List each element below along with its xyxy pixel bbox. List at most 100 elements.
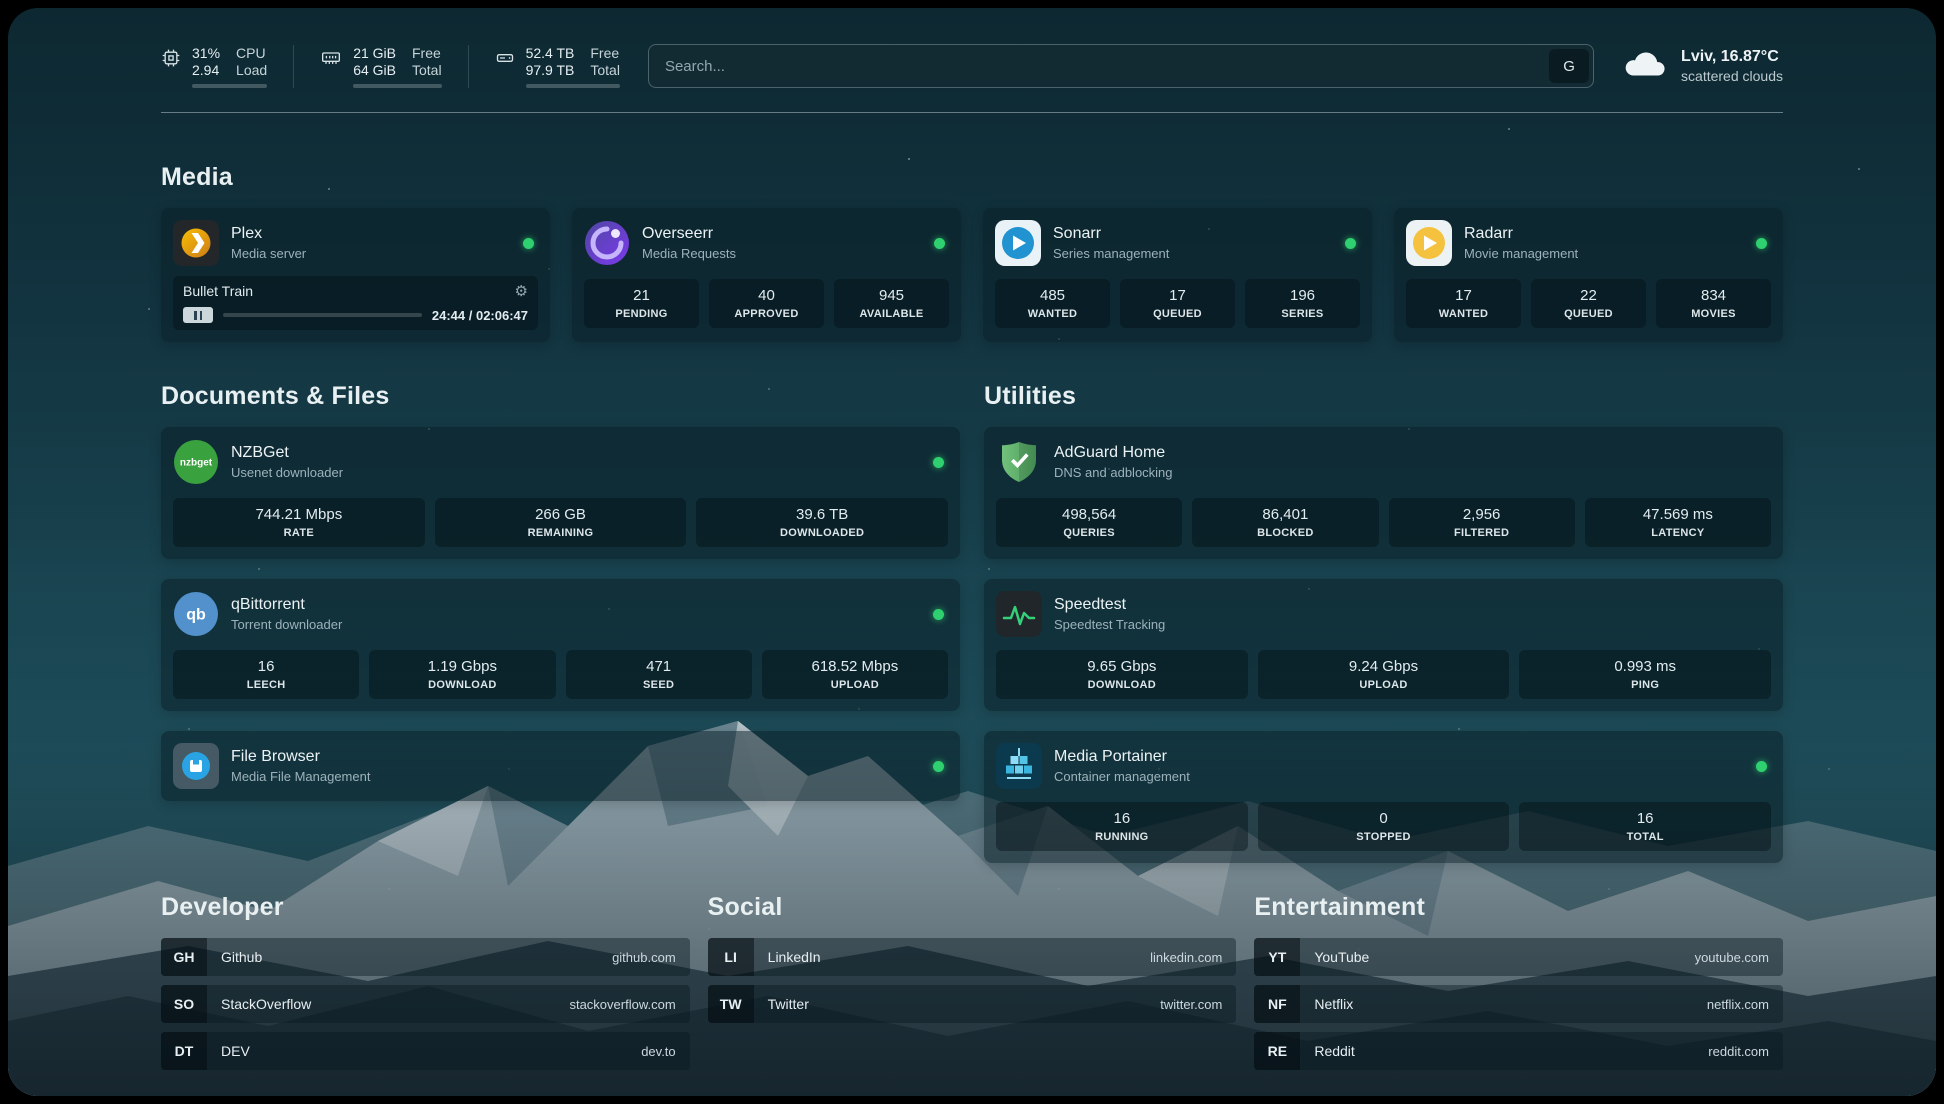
stat: 0STOPPED (1258, 802, 1510, 851)
app-subtitle: Media File Management (231, 769, 921, 784)
sonarr-icon (995, 220, 1041, 266)
bookmark-url: github.com (612, 950, 690, 965)
app-subtitle: Media server (231, 246, 511, 261)
app-name: Plex (231, 225, 511, 243)
search-bar: G (648, 44, 1594, 88)
nzbget-icon-text: nzbget (180, 458, 213, 469)
stat-label: UPLOAD (1262, 679, 1506, 691)
status-dot (933, 761, 944, 772)
speedtest-card[interactable]: Speedtest Speedtest Tracking 9.65 GbpsDO… (984, 579, 1783, 711)
pause-button[interactable] (183, 307, 213, 323)
stat: 1.19 GbpsDOWNLOAD (369, 650, 555, 699)
stat-value: 945 (838, 287, 945, 304)
cpu-usage-value: 31% (192, 45, 220, 61)
status-dot (934, 238, 945, 249)
dashboard-screen: 31% CPU 2.94 Load 21 GiB Free 6 (8, 8, 1936, 1096)
stat-value: 16 (1000, 810, 1244, 827)
stat: 471SEED (566, 650, 752, 699)
stat-label: SEED (570, 679, 748, 691)
stat-value: 86,401 (1196, 506, 1374, 523)
search-input[interactable] (649, 58, 1545, 75)
cloud-icon (1622, 48, 1668, 85)
stat-label: FILTERED (1393, 527, 1571, 539)
memory-total-value: 64 GiB (353, 62, 396, 78)
cpu-load-value: 2.94 (192, 62, 220, 78)
stat-value: 17 (1410, 287, 1517, 304)
weather-location: Lviv, 16.87°C (1681, 48, 1783, 66)
stat: 618.52 MbpsUPLOAD (762, 650, 948, 699)
sonarr-card[interactable]: Sonarr Series management 485WANTED 17QUE… (983, 208, 1372, 342)
stat-label: REMAINING (439, 527, 683, 539)
disk-progress-bar (526, 84, 620, 88)
stat: 0.993 msPING (1519, 650, 1771, 699)
qbittorrent-icon-text: qb (186, 607, 206, 624)
app-name: Media Portainer (1054, 748, 1744, 766)
bookmark-reddit[interactable]: RE Reddit reddit.com (1254, 1032, 1783, 1070)
bookmark-url: linkedin.com (1150, 950, 1236, 965)
bookmark-github[interactable]: GH Github github.com (161, 938, 690, 976)
stat-value: 16 (177, 658, 355, 675)
stat-value: 266 GB (439, 506, 683, 523)
bookmark-twitter[interactable]: TW Twitter twitter.com (708, 985, 1237, 1023)
bookmark-url: twitter.com (1160, 997, 1236, 1012)
disk-widget: 52.4 TB Free 97.9 TB Total (495, 45, 620, 88)
memory-free-value: 21 GiB (353, 45, 396, 61)
stat: 21PENDING (584, 279, 699, 328)
stat: 9.65 GbpsDOWNLOAD (996, 650, 1248, 699)
stat-label: LATENCY (1589, 527, 1767, 539)
playback-progress-bar[interactable] (223, 313, 422, 317)
adguard-card[interactable]: AdGuard Home DNS and adblocking 498,564Q… (984, 427, 1783, 559)
bookmark-name: Github (207, 949, 612, 965)
stat: 2,956FILTERED (1389, 498, 1575, 547)
stat-label: DOWNLOADED (700, 527, 944, 539)
qbittorrent-card[interactable]: qb qBittorrent Torrent downloader 16LEEC… (161, 579, 960, 711)
portainer-card[interactable]: Media Portainer Container management 16R… (984, 731, 1783, 863)
stat-value: 0 (1262, 810, 1506, 827)
stat-label: QUERIES (1000, 527, 1178, 539)
stat-value: 9.24 Gbps (1262, 658, 1506, 675)
entertainment-bookmarks: Entertainment YT YouTube youtube.com NF … (1254, 893, 1783, 1079)
app-subtitle: Speedtest Tracking (1054, 617, 1771, 632)
stat-label: WANTED (999, 308, 1106, 320)
stat-value: 22 (1535, 287, 1642, 304)
bookmark-stackoverflow[interactable]: SO StackOverflow stackoverflow.com (161, 985, 690, 1023)
adguard-icon (996, 439, 1042, 485)
cpu-label: CPU (236, 45, 267, 61)
stat-label: DOWNLOAD (1000, 679, 1244, 691)
status-dot (933, 457, 944, 468)
app-name: qBittorrent (231, 596, 921, 614)
stat-value: 47.569 ms (1589, 506, 1767, 523)
stat-value: 0.993 ms (1523, 658, 1767, 675)
app-name: NZBGet (231, 444, 921, 462)
filebrowser-card[interactable]: File Browser Media File Management (161, 731, 960, 801)
stat-value: 618.52 Mbps (766, 658, 944, 675)
nzbget-card[interactable]: nzbget NZBGet Usenet downloader 744.21 M… (161, 427, 960, 559)
app-subtitle: Usenet downloader (231, 465, 921, 480)
social-bookmarks: Social LI LinkedIn linkedin.com TW Twitt… (708, 893, 1237, 1079)
overseerr-card[interactable]: Overseerr Media Requests 21PENDING 40APP… (572, 208, 961, 342)
bookmark-dev[interactable]: DT DEV dev.to (161, 1032, 690, 1070)
app-subtitle: Series management (1053, 246, 1333, 261)
plex-card[interactable]: Plex Media server Bullet Train ⚙ (161, 208, 550, 342)
app-subtitle: DNS and adblocking (1054, 465, 1771, 480)
bookmark-url: netflix.com (1707, 997, 1783, 1012)
stat: 22QUEUED (1531, 279, 1646, 328)
weather-widget: Lviv, 16.87°C scattered clouds (1622, 48, 1783, 85)
stat: 17QUEUED (1120, 279, 1235, 328)
bookmark-abbr: TW (708, 985, 754, 1023)
bookmark-name: LinkedIn (754, 949, 1150, 965)
bookmark-linkedin[interactable]: LI LinkedIn linkedin.com (708, 938, 1237, 976)
search-provider-button[interactable]: G (1549, 49, 1589, 83)
bookmark-netflix[interactable]: NF Netflix netflix.com (1254, 985, 1783, 1023)
stat-value: 17 (1124, 287, 1231, 304)
stat: 16TOTAL (1519, 802, 1771, 851)
stat: 945AVAILABLE (834, 279, 949, 328)
bookmark-youtube[interactable]: YT YouTube youtube.com (1254, 938, 1783, 976)
app-name: Speedtest (1054, 596, 1771, 614)
radarr-card[interactable]: Radarr Movie management 17WANTED 22QUEUE… (1394, 208, 1783, 342)
bookmark-name: Netflix (1300, 996, 1707, 1012)
gear-icon[interactable]: ⚙ (515, 284, 528, 299)
stat-label: DOWNLOAD (373, 679, 551, 691)
stat: 498,564QUERIES (996, 498, 1182, 547)
stat-label: SERIES (1249, 308, 1356, 320)
